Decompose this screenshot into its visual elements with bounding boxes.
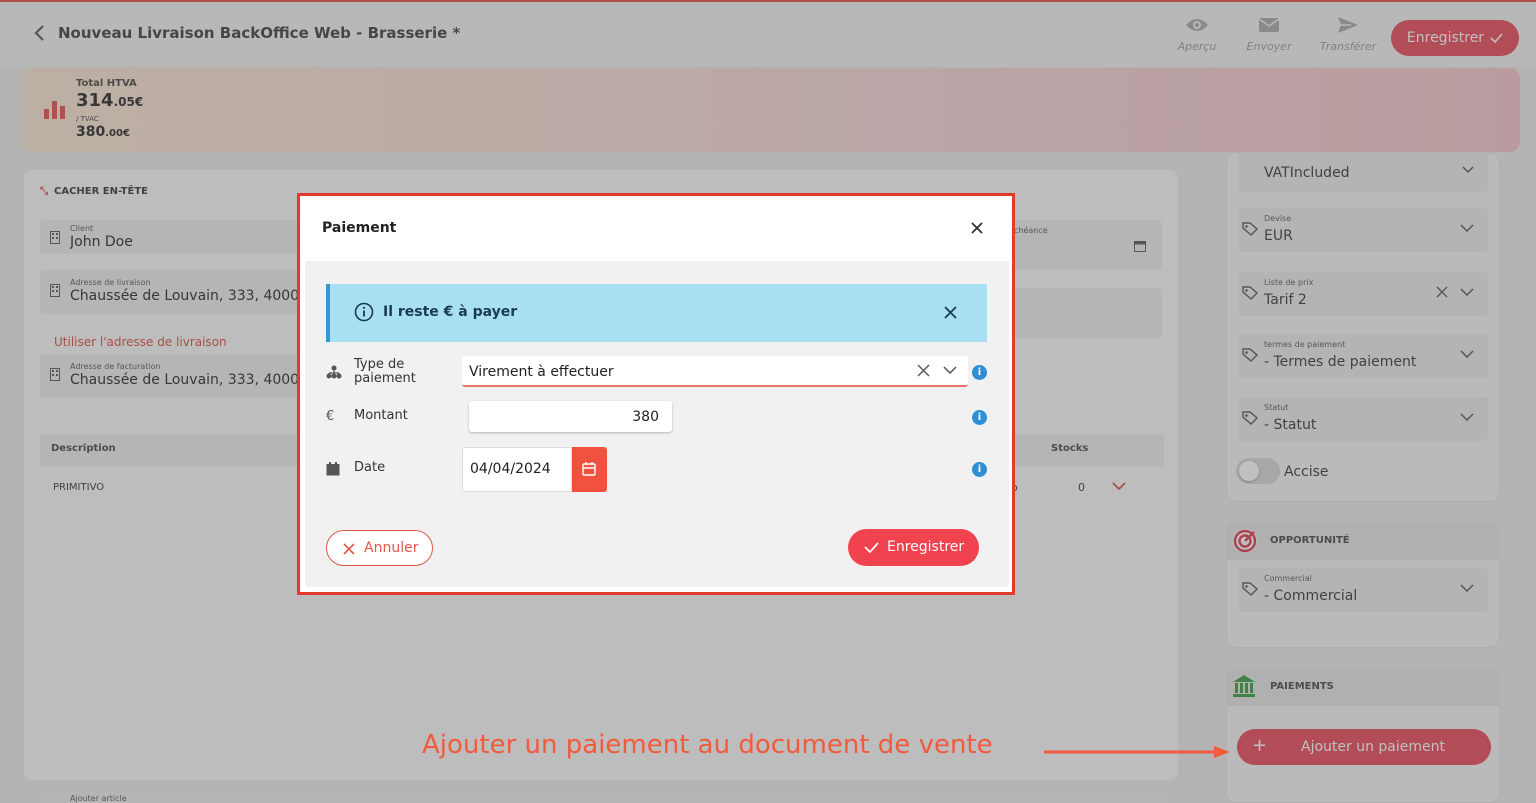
amount-input[interactable]: 380 xyxy=(469,401,672,432)
cancel-label: Annuler xyxy=(364,540,419,556)
date-picker-button[interactable] xyxy=(572,447,607,492)
close-icon[interactable] xyxy=(970,221,984,235)
alert-text: Il reste € à payer xyxy=(383,304,518,320)
date-info-icon[interactable]: i xyxy=(972,462,987,477)
payment-type-select[interactable]: Virement à effectuer xyxy=(462,356,968,387)
payment-type-label: Type de paiement xyxy=(354,357,416,386)
alert-close-icon[interactable] xyxy=(944,306,957,319)
amount-info-icon[interactable]: i xyxy=(972,410,987,425)
date-value: 04/04/2024 xyxy=(470,461,551,477)
date-label: Date xyxy=(354,460,386,475)
hierarchy-icon xyxy=(326,365,342,379)
close-icon xyxy=(343,543,355,555)
info-circle-icon xyxy=(354,302,374,322)
payment-dialog: Paiement Il reste € à payer Type de paie… xyxy=(305,198,1009,587)
dialog-header: Paiement xyxy=(305,198,1009,261)
date-input[interactable]: 04/04/2024 xyxy=(462,447,572,492)
clear-icon[interactable] xyxy=(917,364,930,377)
payment-type-value: Virement à effectuer xyxy=(469,364,614,380)
payment-type-info-icon[interactable]: i xyxy=(972,365,987,380)
chevron-down-icon[interactable] xyxy=(943,366,957,374)
cancel-button[interactable]: Annuler xyxy=(326,530,433,566)
dialog-title: Paiement xyxy=(322,220,397,236)
annotation-text: Ajouter un paiement au document de vente xyxy=(422,730,993,760)
dialog-save-button[interactable]: Enregistrer xyxy=(848,529,979,566)
calendar-icon xyxy=(326,462,340,476)
amount-value: 380 xyxy=(632,409,659,425)
annotation-arrow-icon xyxy=(1044,746,1230,758)
dialog-save-label: Enregistrer xyxy=(887,539,965,555)
remaining-alert: Il reste € à payer xyxy=(326,284,987,342)
amount-label: Montant xyxy=(354,408,408,423)
check-icon xyxy=(864,542,879,553)
euro-icon: € xyxy=(326,409,335,424)
calendar-icon xyxy=(582,462,596,476)
